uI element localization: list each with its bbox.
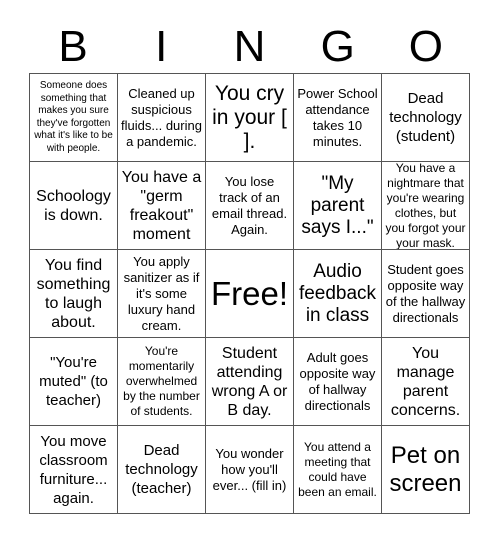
cell-text: You lose track of an email thread. Again…: [211, 173, 288, 237]
cell-text: You wonder how you'll ever... (fill in): [212, 445, 287, 493]
bingo-cell[interactable]: Dead technology (student): [382, 74, 470, 162]
bingo-cell[interactable]: You're momentarily overwhelmed by the nu…: [118, 338, 206, 426]
bingo-cell[interactable]: Audio feedback in class: [294, 250, 382, 338]
cell-text: You have a nightmare that you're wearing…: [385, 162, 466, 250]
bingo-cell[interactable]: You lose track of an email thread. Again…: [206, 162, 294, 250]
cell-text: Dead technology (student): [389, 90, 462, 145]
free-space-cell[interactable]: Free!: [206, 250, 294, 338]
bingo-cell[interactable]: Pet on screen: [382, 426, 470, 514]
cell-text: Cleaned up suspicious fluids... during a…: [121, 85, 202, 149]
bingo-cell[interactable]: You have a nightmare that you're wearing…: [382, 162, 470, 250]
cell-text: Student attending wrong A or B day.: [211, 344, 288, 419]
cell-text: "My parent says I...": [301, 172, 374, 238]
bingo-cell[interactable]: You find something to laugh about.: [30, 250, 118, 338]
cell-text: You attend a meeting that could have bee…: [298, 439, 377, 499]
cell-text: You apply sanitizer as if it's some luxu…: [123, 253, 200, 333]
header-letter-b: B: [58, 22, 88, 71]
bingo-cell[interactable]: "You're muted" (to teacher): [30, 338, 118, 426]
bingo-cell[interactable]: Student attending wrong A or B day.: [206, 338, 294, 426]
bingo-cell[interactable]: You attend a meeting that could have bee…: [294, 426, 382, 514]
bingo-cell[interactable]: Cleaned up suspicious fluids... during a…: [118, 74, 206, 162]
header-letter-o: O: [408, 22, 443, 71]
cell-text: Power School attendance takes 10 minutes…: [297, 85, 378, 149]
cell-text: You cry in your [ ].: [212, 81, 287, 153]
cell-text: Audio feedback in class: [298, 260, 377, 326]
bingo-cell[interactable]: Dead technology (teacher): [118, 426, 206, 514]
cell-text: "You're muted" (to teacher): [39, 354, 108, 409]
bingo-cell[interactable]: Schoology is down.: [30, 162, 118, 250]
cell-text: Schoology is down.: [36, 187, 111, 224]
cell-text: Student goes opposite way of the hallway…: [385, 261, 466, 325]
bingo-cell[interactable]: You have a "germ freakout" moment: [118, 162, 206, 250]
bingo-cell[interactable]: Adult goes opposite way of hallway direc…: [294, 338, 382, 426]
bingo-card-grid: Someone does something that makes you su…: [29, 73, 470, 514]
cell-text: You're momentarily overwhelmed by the nu…: [123, 344, 200, 418]
header-letter-g: G: [320, 22, 355, 71]
cell-text: You have a "germ freakout" moment: [121, 168, 202, 243]
cell-text: Pet on screen: [389, 441, 462, 497]
bingo-cell[interactable]: You move classroom furniture... again.: [30, 426, 118, 514]
bingo-header: B I N G O: [29, 22, 470, 72]
header-letter-i: I: [155, 22, 168, 71]
bingo-cell[interactable]: Someone does something that makes you su…: [30, 74, 118, 162]
bingo-cell[interactable]: Student goes opposite way of the hallway…: [382, 250, 470, 338]
bingo-cell[interactable]: Power School attendance takes 10 minutes…: [294, 74, 382, 162]
bingo-cell[interactable]: You apply sanitizer as if it's some luxu…: [118, 250, 206, 338]
bingo-cell[interactable]: "My parent says I...": [294, 162, 382, 250]
header-letter-n: N: [233, 22, 266, 71]
cell-text: Adult goes opposite way of hallway direc…: [299, 349, 376, 413]
bingo-cell[interactable]: You wonder how you'll ever... (fill in): [206, 426, 294, 514]
bingo-cell[interactable]: You manage parent concerns.: [382, 338, 470, 426]
cell-text: Someone does something that makes you su…: [34, 80, 113, 154]
cell-text: You find something to laugh about.: [36, 256, 111, 331]
cell-text: You move classroom furniture... again.: [39, 432, 108, 507]
cell-text: You manage parent concerns.: [390, 344, 461, 419]
free-space-text: Free!: [210, 274, 289, 312]
bingo-cell[interactable]: You cry in your [ ].: [206, 74, 294, 162]
cell-text: Dead technology (teacher): [125, 442, 198, 497]
